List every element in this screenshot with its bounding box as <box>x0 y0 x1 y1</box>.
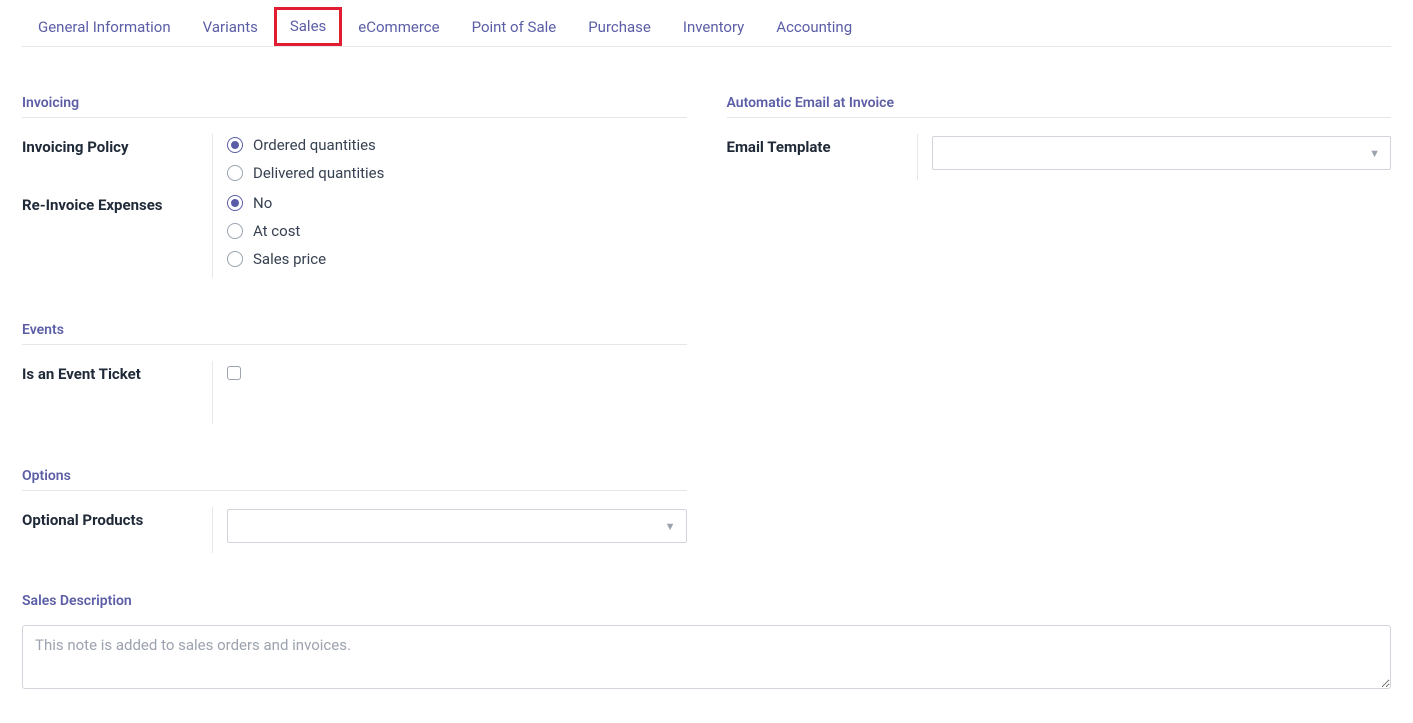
radio-icon <box>227 195 243 211</box>
section-header-options: Options <box>22 468 687 491</box>
section-header-invoicing: Invoicing <box>22 95 687 118</box>
radio-label: At cost <box>253 222 300 240</box>
tab-variants[interactable]: Variants <box>187 8 274 46</box>
radio-ordered-quantities[interactable]: Ordered quantities <box>227 136 687 154</box>
radio-icon <box>227 223 243 239</box>
section-options: Options Optional Products ▼ <box>22 468 687 553</box>
section-header-sales-description: Sales Description <box>22 593 1391 615</box>
radio-icon <box>227 165 243 181</box>
radio-label: Sales price <box>253 250 326 268</box>
value-email-template: ▼ <box>917 134 1392 180</box>
field-is-event-ticket: Is an Event Ticket <box>22 361 687 424</box>
field-email-template: Email Template ▼ <box>727 134 1392 180</box>
tab-ecommerce[interactable]: eCommerce <box>342 8 455 46</box>
radio-reinvoice-no[interactable]: No <box>227 194 687 212</box>
tab-purchase[interactable]: Purchase <box>572 8 667 46</box>
tab-inventory[interactable]: Inventory <box>667 8 760 46</box>
radio-reinvoice-at-cost[interactable]: At cost <box>227 222 687 240</box>
value-invoicing-policy: Ordered quantities Delivered quantities <box>212 134 687 192</box>
section-invoicing: Invoicing Invoicing Policy Ordered quant… <box>22 95 687 278</box>
textarea-sales-description[interactable] <box>22 625 1391 689</box>
label-reinvoice-expenses: Re-Invoice Expenses <box>22 192 212 214</box>
section-events: Events Is an Event Ticket <box>22 322 687 424</box>
section-header-automatic-email: Automatic Email at Invoice <box>727 95 1392 118</box>
select-email-template[interactable]: ▼ <box>932 136 1392 170</box>
value-reinvoice-expenses: No At cost Sales price <box>212 192 687 278</box>
radio-icon <box>227 137 243 153</box>
radio-icon <box>227 251 243 267</box>
radio-delivered-quantities[interactable]: Delivered quantities <box>227 164 687 182</box>
section-header-events: Events <box>22 322 687 345</box>
tab-general-information[interactable]: General Information <box>22 8 187 46</box>
tab-point-of-sale[interactable]: Point of Sale <box>456 8 573 46</box>
field-optional-products: Optional Products ▼ <box>22 507 687 553</box>
section-automatic-email: Automatic Email at Invoice Email Templat… <box>727 95 1392 180</box>
label-email-template: Email Template <box>727 134 917 156</box>
label-optional-products: Optional Products <box>22 507 212 529</box>
chevron-down-icon: ▼ <box>665 520 676 533</box>
tabs-bar: General Information Variants Sales eComm… <box>22 8 1391 47</box>
label-invoicing-policy: Invoicing Policy <box>22 134 212 156</box>
label-is-event-ticket: Is an Event Ticket <box>22 361 212 383</box>
radio-reinvoice-sales-price[interactable]: Sales price <box>227 250 687 268</box>
section-sales-description: Sales Description <box>22 593 1391 693</box>
value-is-event-ticket <box>212 361 687 424</box>
checkbox-is-event-ticket[interactable] <box>227 366 241 380</box>
value-optional-products: ▼ <box>212 507 687 553</box>
radio-label: No <box>253 194 272 212</box>
select-optional-products[interactable]: ▼ <box>227 509 687 543</box>
tab-sales[interactable]: Sales <box>274 7 342 46</box>
chevron-down-icon: ▼ <box>1369 147 1380 160</box>
field-reinvoice-expenses: Re-Invoice Expenses No At cost Sales <box>22 192 687 278</box>
radio-label: Delivered quantities <box>253 164 384 182</box>
tab-accounting[interactable]: Accounting <box>760 8 868 46</box>
field-invoicing-policy: Invoicing Policy Ordered quantities Deli… <box>22 134 687 192</box>
radio-label: Ordered quantities <box>253 136 376 154</box>
